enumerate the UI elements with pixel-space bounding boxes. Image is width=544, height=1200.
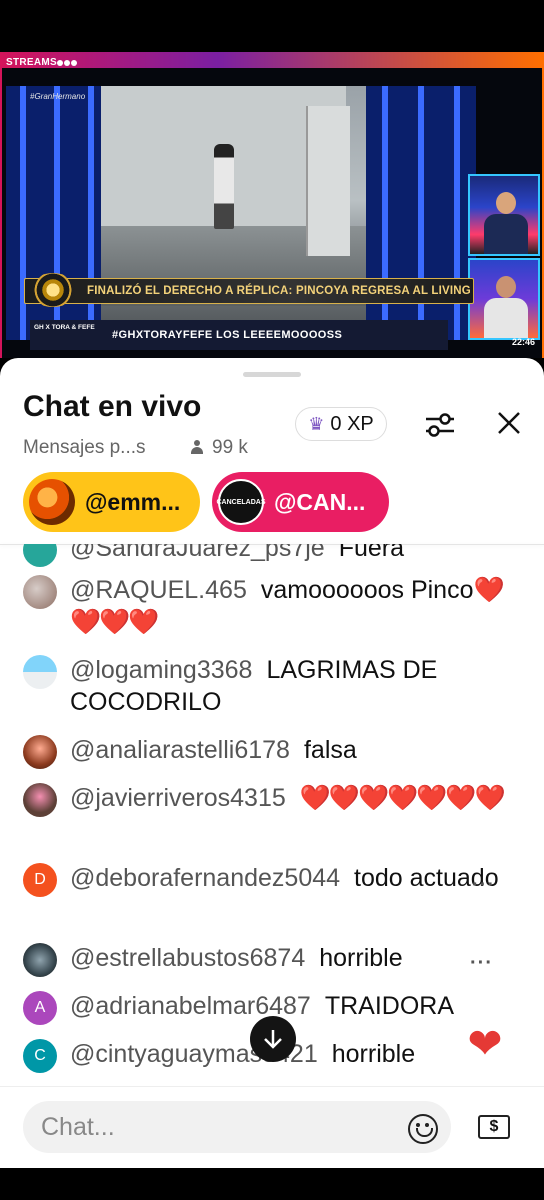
message-user[interactable]: @estrellabustos6874 xyxy=(70,944,305,972)
message-user[interactable]: @javierriveros4315 xyxy=(70,784,286,812)
video-player[interactable]: STREAMS #GranHermano xyxy=(0,52,544,358)
chat-message: @estrellabustos6874 horrible xyxy=(23,942,513,977)
chat-message: @RAQUEL.465 vamoooooos Pinco❤️❤️❤️❤️ xyxy=(23,574,513,638)
chat-input[interactable] xyxy=(23,1101,451,1153)
avatar xyxy=(23,544,57,567)
message-user[interactable]: @analiarastelli6178 xyxy=(70,736,290,764)
avatar xyxy=(29,479,75,525)
show-tag: GH X TORA & FEFE xyxy=(34,324,95,331)
video-frame: #GranHermano xyxy=(2,68,542,358)
live-chat-panel: Chat en vivo Mensajes p...s 99 k ♛ 0 XP … xyxy=(0,358,544,1168)
heart-reaction-button[interactable]: ❤ xyxy=(456,1014,514,1072)
chat-title: Chat en vivo xyxy=(23,390,202,423)
arrow-down-icon xyxy=(264,1030,282,1049)
settings-button[interactable] xyxy=(424,410,456,440)
message-text: horrible xyxy=(319,944,403,972)
avatar xyxy=(23,943,57,977)
chat-input-bar: $ xyxy=(0,1086,544,1168)
message-text: Fuera xyxy=(338,544,405,562)
viewer-count: 99 k xyxy=(190,437,248,459)
avatar: D xyxy=(23,863,57,897)
chat-message: @SandraJuarez_ps7je Fuera xyxy=(23,544,513,567)
dollar-icon[interactable]: $ xyxy=(478,1115,510,1139)
more-options-icon[interactable]: ··· xyxy=(472,874,495,897)
avatar: C xyxy=(23,1039,57,1073)
xp-label: 0 XP xyxy=(330,412,374,435)
heart-emojis: ❤️❤️❤️❤️❤️❤️❤️ xyxy=(299,784,506,812)
host-camera-2 xyxy=(468,258,540,340)
contestant-figure xyxy=(214,144,234,229)
chat-message: @logaming3368 LAGRIMAS DE COCODRILO xyxy=(23,654,513,718)
chat-filter-label[interactable]: Mensajes p...s xyxy=(23,437,146,459)
crown-icon: ♛ xyxy=(308,413,325,434)
avatar xyxy=(23,575,57,609)
person-icon xyxy=(190,440,204,454)
avatar: A xyxy=(23,991,57,1025)
avatar xyxy=(23,655,57,689)
chat-message: @analiarastelli6178 falsa xyxy=(23,734,513,769)
gran-hermano-eye-icon xyxy=(29,273,77,307)
message-user[interactable]: @logaming3368 xyxy=(70,656,252,684)
message-list[interactable]: @SandraJuarez_ps7je Fuera @RAQUEL.465 vamo… xyxy=(0,544,544,1086)
scroll-down-button[interactable] xyxy=(250,1016,296,1062)
pinned-user-2[interactable]: CANCELADAS @CAN... xyxy=(212,472,389,532)
heart-icon: ❤ xyxy=(467,1019,503,1067)
message-text: horrible xyxy=(331,1040,416,1068)
message-text: falsa xyxy=(303,736,357,764)
xp-button[interactable]: ♛ 0 XP xyxy=(295,407,387,441)
pinned-label: @emm... xyxy=(85,488,181,515)
video-clock: 22:46 xyxy=(512,337,536,347)
lower-third-bar: GH X TORA & FEFE #GHXTORAYFEFE LOS LEEEE… xyxy=(30,320,448,350)
avatar xyxy=(23,783,57,817)
message-user[interactable]: @deborafernandez5044 xyxy=(70,864,340,892)
streams-logo: STREAMS xyxy=(6,57,79,68)
message-user[interactable]: @SandraJuarez_ps7je xyxy=(70,544,325,562)
smiley-icon[interactable] xyxy=(408,1114,438,1144)
sliders-icon xyxy=(426,413,454,437)
avatar: CANCELADAS xyxy=(217,479,266,525)
ticker-text: #GHXTORAYFEFE LOS LEEEEMOOOOSS xyxy=(112,329,343,341)
pinned-user-1[interactable]: @emm... xyxy=(23,472,200,532)
host-camera-1 xyxy=(468,174,540,256)
message-text: vamoooooos Pinco xyxy=(260,576,474,604)
close-icon xyxy=(498,412,520,434)
message-text: TRAIDORA xyxy=(324,992,454,1020)
chat-message: @javierriveros4315 ❤️❤️❤️❤️❤️❤️❤️ xyxy=(23,782,513,817)
pinned-label: @CAN... xyxy=(274,488,366,515)
banner-text: FINALIZÓ EL DERECHO A RÉPLICA: PINCOYA R… xyxy=(87,285,471,297)
close-button[interactable] xyxy=(496,410,522,440)
system-nav-bar xyxy=(0,1168,544,1200)
message-user[interactable]: @RAQUEL.465 xyxy=(70,576,247,604)
video-hashtag: #GranHermano xyxy=(30,92,86,101)
news-banner: FINALIZÓ EL DERECHO A RÉPLICA: PINCOYA R… xyxy=(24,273,474,307)
more-options-icon[interactable]: ··· xyxy=(470,952,493,975)
drag-handle[interactable] xyxy=(243,372,301,377)
chat-message: D @deborafernandez5044 todo actuado xyxy=(23,862,513,897)
avatar xyxy=(23,735,57,769)
